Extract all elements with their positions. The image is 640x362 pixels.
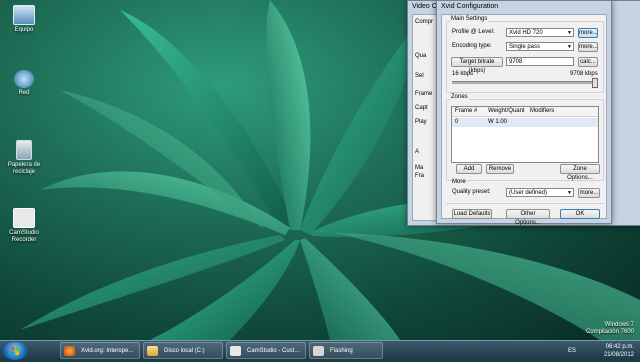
language-indicator[interactable]: ES bbox=[568, 347, 576, 355]
taskbar-item-label: CamStudio - Cust... bbox=[247, 348, 300, 354]
load-defaults-button[interactable]: Load Defaults bbox=[452, 209, 492, 219]
ok-button[interactable]: OK bbox=[560, 209, 600, 219]
flash-icon bbox=[313, 346, 324, 356]
bitrate-slider-track[interactable] bbox=[452, 81, 596, 84]
desktop-icon-equipo[interactable]: Equipo bbox=[4, 5, 44, 34]
zone-options-button[interactable]: Zone Options... bbox=[560, 164, 600, 181]
camstudio-icon bbox=[230, 346, 241, 356]
xvid-configuration-dialog: Xvid Configuration Main Settings Profile… bbox=[436, 0, 612, 226]
zones-title: Zones bbox=[450, 94, 469, 100]
encoding-value: Single pass bbox=[509, 44, 541, 50]
windows-logo-icon bbox=[11, 347, 19, 355]
zones-table[interactable]: Frame # Weight/Quant Modifiers 0 W 1.00 bbox=[451, 106, 599, 163]
label-select: Sel bbox=[415, 73, 424, 79]
label-max: Ma bbox=[415, 165, 424, 171]
slider-min-label: 16 kbps bbox=[452, 71, 474, 77]
taskbar-item-explorer[interactable]: Disco local (C:) bbox=[143, 342, 223, 359]
table-row[interactable]: 0 W 1.00 bbox=[452, 118, 598, 127]
computer-icon bbox=[13, 5, 35, 25]
clock[interactable]: 06:42 p.m. 21/08/2012 bbox=[604, 343, 634, 359]
start-button[interactable] bbox=[2, 342, 28, 360]
encoding-more-button[interactable]: more... bbox=[578, 42, 598, 52]
slider-max-label: 9708 kbps bbox=[570, 71, 598, 77]
label-frames: Fra bbox=[415, 173, 424, 179]
quality-more-button[interactable]: more... bbox=[578, 188, 600, 198]
folder-icon bbox=[147, 346, 158, 356]
other-options-button[interactable]: Other Options... bbox=[506, 209, 550, 226]
label-auto: A bbox=[415, 149, 420, 155]
cell-frame: 0 bbox=[455, 119, 459, 125]
cell-weight-quant: W 1.00 bbox=[488, 119, 508, 125]
taskbar-item-label: Disco local (C:) bbox=[164, 348, 205, 354]
column-weight-quant: Weight/Quant bbox=[488, 108, 525, 114]
taskbar-item-flashing[interactable]: Flashing bbox=[309, 342, 383, 359]
watermark-line1: Windows 7 bbox=[604, 322, 634, 328]
system-tray: ES 06:42 p.m. 21/08/2012 bbox=[568, 342, 638, 360]
remove-zone-button[interactable]: Remove bbox=[486, 164, 514, 174]
taskbar-item-firefox[interactable]: Xvid.org: Interope... bbox=[60, 342, 140, 359]
desktop-icon-label: Red bbox=[18, 90, 30, 96]
recycle-bin-icon bbox=[16, 140, 32, 160]
profile-more-button[interactable]: more... bbox=[578, 28, 598, 38]
taskbar: Xvid.org: Interope... Disco local (C:) C… bbox=[0, 340, 640, 361]
desktop-icon-label: Papelera de reciclaje bbox=[7, 162, 41, 175]
firefox-icon bbox=[64, 346, 75, 356]
quality-preset-select[interactable]: (User defined) ▼ bbox=[506, 188, 574, 197]
calc-button[interactable]: calc... bbox=[578, 57, 598, 67]
quality-preset-value: (User defined) bbox=[509, 190, 548, 196]
taskbar-item-label: Xvid.org: Interope... bbox=[81, 348, 134, 354]
taskbar-item-camstudio[interactable]: CamStudio - Cust... bbox=[226, 342, 306, 359]
camstudio-icon bbox=[13, 208, 35, 228]
taskbar-item-label: Flashing bbox=[330, 348, 353, 354]
encoding-label: Encoding type: bbox=[452, 43, 492, 49]
column-modifiers: Modifiers bbox=[530, 108, 555, 114]
desktop-icon-label: Equipo bbox=[14, 27, 34, 33]
chevron-down-icon: ▼ bbox=[567, 30, 572, 36]
network-icon bbox=[14, 70, 34, 88]
chevron-down-icon: ▼ bbox=[567, 190, 572, 196]
profile-label: Profile @ Level: bbox=[452, 29, 495, 35]
zones-table-header: Frame # Weight/Quant Modifiers bbox=[452, 107, 598, 117]
column-frame: Frame # bbox=[455, 108, 478, 114]
desktop-icon-camstudio[interactable]: CamStudio Recorder bbox=[4, 208, 44, 244]
clock-date: 21/08/2012 bbox=[603, 352, 634, 358]
target-bitrate-button[interactable]: Target bitrate (kbps) bbox=[451, 57, 503, 74]
label-playback: Play bbox=[415, 119, 427, 125]
profile-select[interactable]: Xvid HD 720 ▼ bbox=[506, 28, 574, 37]
quality-preset-label: Quality preset: bbox=[452, 189, 491, 195]
dialog-title: Xvid Configuration bbox=[441, 3, 499, 10]
windows-watermark: Windows 7 Compilación 7600 bbox=[586, 322, 634, 336]
profile-value: Xvid HD 720 bbox=[509, 30, 543, 36]
desktop-icon-papelera[interactable]: Papelera de reciclaje bbox=[4, 140, 44, 176]
bitrate-slider-thumb[interactable] bbox=[592, 78, 598, 88]
target-bitrate-input[interactable]: 9708 bbox=[506, 57, 574, 66]
label-quality: Qua bbox=[415, 53, 427, 59]
desktop-icon-red[interactable]: Red bbox=[4, 70, 44, 97]
label-framerate: Frame bbox=[415, 91, 433, 97]
label-capture: Capt bbox=[415, 105, 428, 111]
desktop-icon-label: CamStudio Recorder bbox=[9, 230, 39, 243]
more-title: More bbox=[452, 179, 466, 185]
main-settings-title: Main Settings bbox=[450, 16, 489, 22]
dialog-body: Main Settings Profile @ Level: Xvid HD 7… bbox=[441, 14, 607, 226]
encoding-select[interactable]: Single pass ▼ bbox=[506, 42, 574, 51]
divider bbox=[446, 203, 604, 204]
chevron-down-icon: ▼ bbox=[567, 44, 572, 50]
watermark-line2: Compilación 7600 bbox=[585, 329, 634, 335]
add-zone-button[interactable]: Add bbox=[456, 164, 482, 174]
clock-time: 06:42 p.m. bbox=[605, 344, 634, 350]
label-compressor: Compr bbox=[415, 19, 434, 25]
